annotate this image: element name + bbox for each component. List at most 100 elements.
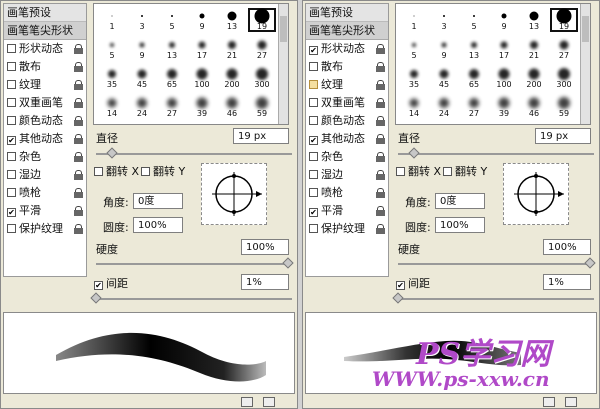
brush-tip-cell[interactable]: 300: [248, 66, 276, 90]
lock-icon[interactable]: [376, 206, 385, 216]
lock-icon[interactable]: [376, 98, 385, 108]
option-row[interactable]: 保护纹理: [4, 220, 86, 238]
option-row[interactable]: 其他动态: [306, 130, 388, 148]
brush-tip-cell[interactable]: 100: [490, 66, 518, 90]
lock-icon[interactable]: [376, 134, 385, 144]
hardness-field[interactable]: 100%: [241, 239, 289, 255]
brush-tip-cell[interactable]: 27: [158, 95, 186, 119]
brush-tip-cell[interactable]: 1: [400, 8, 428, 32]
option-row[interactable]: 纹理: [306, 76, 388, 94]
spacing-slider-track[interactable]: [96, 298, 292, 300]
diameter-field[interactable]: 19 px: [535, 128, 591, 144]
option-row[interactable]: 颜色动态: [306, 112, 388, 130]
brush-tip-cell[interactable]: 39: [188, 95, 216, 119]
diameter-field[interactable]: 19 px: [233, 128, 289, 144]
lock-icon[interactable]: [376, 188, 385, 198]
lock-icon[interactable]: [376, 152, 385, 162]
scroll-thumb[interactable]: [280, 16, 287, 42]
option-checkbox[interactable]: [309, 116, 318, 125]
brush-tip-cell[interactable]: 5: [158, 8, 186, 32]
brush-tip-cell[interactable]: 21: [520, 37, 548, 61]
brush-presets-tab[interactable]: 画笔预设: [4, 4, 86, 22]
brush-tip-cell[interactable]: 14: [400, 95, 428, 119]
option-row[interactable]: 形状动态: [306, 40, 388, 58]
option-row[interactable]: 保护纹理: [306, 220, 388, 238]
new-brush-icon[interactable]: [241, 397, 253, 407]
angle-field[interactable]: 0度: [435, 193, 485, 209]
option-checkbox[interactable]: [7, 80, 16, 89]
lock-icon[interactable]: [74, 44, 83, 54]
lock-icon[interactable]: [376, 80, 385, 90]
brush-tip-cell[interactable]: 17: [490, 37, 518, 61]
option-checkbox[interactable]: [309, 46, 318, 55]
flip-x-checkbox[interactable]: 翻转 X: [94, 163, 139, 179]
option-checkbox[interactable]: [309, 136, 318, 145]
spacing-checkbox[interactable]: 间距: [94, 275, 128, 291]
lock-icon[interactable]: [74, 170, 83, 180]
flip-y-checkbox[interactable]: 翻转 Y: [443, 163, 487, 179]
option-row[interactable]: 喷枪: [306, 184, 388, 202]
brush-tip-cell[interactable]: 200: [218, 66, 246, 90]
spacing-checkbox[interactable]: 间距: [396, 275, 430, 291]
option-checkbox[interactable]: [7, 170, 16, 179]
diameter-slider-track[interactable]: [398, 153, 594, 155]
angle-roundness-dial[interactable]: [503, 163, 569, 225]
brush-tip-cell[interactable]: 21: [218, 37, 246, 61]
flip-x-box[interactable]: [396, 167, 405, 176]
brush-tip-cell[interactable]: 5: [460, 8, 488, 32]
option-checkbox[interactable]: [309, 170, 318, 179]
brush-tip-cell[interactable]: 9: [430, 37, 458, 61]
option-checkbox[interactable]: [7, 98, 16, 107]
trash-icon[interactable]: [565, 397, 577, 407]
brush-tip-cell[interactable]: 14: [98, 95, 126, 119]
option-row[interactable]: 杂色: [306, 148, 388, 166]
spacing-slider-knob[interactable]: [392, 292, 404, 304]
brush-tip-cell[interactable]: 27: [460, 95, 488, 119]
brush-tip-cell[interactable]: 27: [550, 37, 578, 61]
lock-icon[interactable]: [376, 224, 385, 234]
lock-icon[interactable]: [74, 188, 83, 198]
brush-tip-shape-item[interactable]: 画笔笔尖形状: [306, 22, 388, 40]
option-row[interactable]: 平滑: [306, 202, 388, 220]
brush-tip-cell[interactable]: 19: [248, 8, 276, 32]
brush-tip-cell[interactable]: 65: [158, 66, 186, 90]
lock-icon[interactable]: [74, 206, 83, 216]
brush-tip-cell[interactable]: 65: [460, 66, 488, 90]
brush-tip-cell[interactable]: 13: [218, 8, 246, 32]
option-checkbox[interactable]: [7, 188, 16, 197]
brush-tip-cell[interactable]: 13: [158, 37, 186, 61]
diameter-slider-knob[interactable]: [408, 147, 420, 159]
option-row[interactable]: 杂色: [4, 148, 86, 166]
brush-tip-cell[interactable]: 1: [98, 8, 126, 32]
option-checkbox[interactable]: [309, 62, 318, 71]
option-checkbox[interactable]: [7, 136, 16, 145]
lock-icon[interactable]: [74, 116, 83, 126]
roundness-field[interactable]: 100%: [133, 217, 183, 233]
option-row[interactable]: 其他动态: [4, 130, 86, 148]
option-checkbox[interactable]: [309, 98, 318, 107]
diameter-slider-knob[interactable]: [106, 147, 118, 159]
brush-tip-cell[interactable]: 24: [430, 95, 458, 119]
lock-icon[interactable]: [74, 152, 83, 162]
scroll-thumb[interactable]: [582, 16, 589, 42]
flip-x-box[interactable]: [94, 167, 103, 176]
brush-tip-cell[interactable]: 5: [400, 37, 428, 61]
brush-tip-cell[interactable]: 45: [430, 66, 458, 90]
brush-tip-cell[interactable]: 46: [218, 95, 246, 119]
brush-tip-shape-item[interactable]: 画笔笔尖形状: [4, 22, 86, 40]
option-row[interactable]: 散布: [306, 58, 388, 76]
option-row[interactable]: 湿边: [306, 166, 388, 184]
option-row[interactable]: 双重画笔: [4, 94, 86, 112]
brush-tip-cell[interactable]: 24: [128, 95, 156, 119]
new-brush-icon[interactable]: [543, 397, 555, 407]
option-row[interactable]: 双重画笔: [306, 94, 388, 112]
flip-y-checkbox[interactable]: 翻转 Y: [141, 163, 185, 179]
brush-tip-cell[interactable]: 300: [550, 66, 578, 90]
option-checkbox[interactable]: [309, 152, 318, 161]
lock-icon[interactable]: [74, 224, 83, 234]
option-checkbox[interactable]: [309, 208, 318, 217]
brush-tip-cell[interactable]: 5: [98, 37, 126, 61]
option-row[interactable]: 纹理: [4, 76, 86, 94]
brush-tip-cell[interactable]: 35: [400, 66, 428, 90]
option-checkbox[interactable]: [7, 224, 16, 233]
